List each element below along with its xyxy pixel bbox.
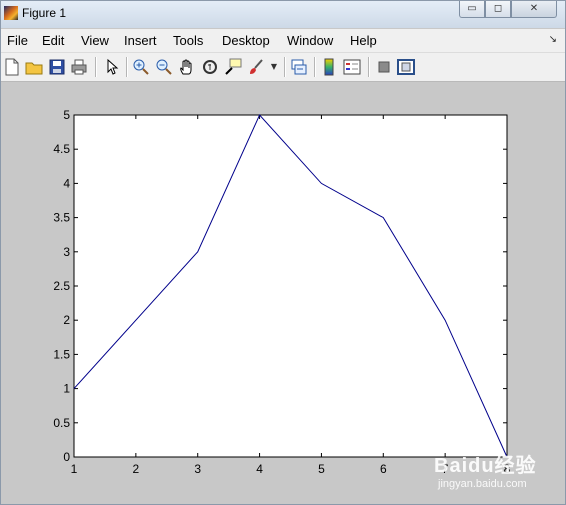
zoom-in-icon[interactable]	[132, 58, 150, 76]
plot-area	[73, 114, 508, 458]
show-plot-tools-icon[interactable]	[397, 58, 415, 76]
menu-edit[interactable]: Edit	[42, 33, 64, 48]
y-tick-label: 2	[63, 313, 70, 327]
watermark-url: jingyan.baidu.com	[438, 478, 527, 490]
rotate-3d-icon[interactable]	[201, 58, 219, 76]
menu-tools[interactable]: Tools	[173, 33, 203, 48]
zoom-out-icon[interactable]	[155, 58, 173, 76]
menu-view[interactable]: View	[81, 33, 109, 48]
minimize-icon: ▭	[467, 3, 477, 14]
pan-hand-icon[interactable]	[178, 58, 196, 76]
x-tick-label: 5	[318, 462, 325, 476]
save-icon[interactable]	[48, 58, 66, 76]
x-tick-label: 6	[380, 462, 387, 476]
hide-plot-tools-icon[interactable]	[375, 58, 393, 76]
y-tick-label: 2.5	[53, 279, 70, 293]
watermark: Baidu经验 jingyan.baidu.com	[434, 449, 554, 494]
print-icon[interactable]	[70, 58, 88, 76]
menu-help[interactable]: Help	[350, 33, 377, 48]
matlab-logo-icon	[4, 6, 18, 20]
y-tick-label: 3	[63, 245, 70, 259]
brush-icon[interactable]	[247, 58, 265, 76]
brush-dropdown-icon[interactable]: ▼	[269, 58, 279, 76]
maximize-icon: ◻	[493, 3, 503, 14]
y-tick-label: 1	[63, 382, 70, 396]
arrow-pointer-icon[interactable]	[103, 58, 121, 76]
colorbar-icon[interactable]	[320, 58, 338, 76]
data-cursor-icon[interactable]	[224, 58, 242, 76]
minimize-button[interactable]: ▭	[459, 1, 485, 18]
toolbar-separator	[95, 57, 97, 77]
figure-toolbar: ▼	[1, 53, 565, 82]
new-figure-icon[interactable]	[3, 58, 21, 76]
x-tick-label: 3	[194, 462, 201, 476]
y-tick-label: 4.5	[53, 142, 70, 156]
legend-icon[interactable]	[343, 58, 361, 76]
open-file-icon[interactable]	[25, 58, 43, 76]
y-tick-label: 4	[63, 176, 70, 190]
window-title: Figure 1	[22, 6, 67, 20]
menu-bar: File Edit View Insert Tools Desktop Wind…	[1, 29, 565, 53]
y-tick-label: 3.5	[53, 211, 70, 225]
y-tick-label: 1.5	[53, 347, 70, 361]
x-tick-label: 4	[256, 462, 263, 476]
y-tick-label: 5	[63, 108, 70, 122]
x-tick-label: 1	[71, 462, 78, 476]
y-tick-label: 0	[63, 450, 70, 464]
toolbar-separator	[126, 57, 128, 77]
close-button[interactable]: ✕	[511, 1, 557, 18]
maximize-button[interactable]: ◻	[485, 1, 511, 18]
menu-desktop[interactable]: Desktop	[222, 33, 270, 48]
close-icon: ✕	[529, 3, 539, 14]
x-tick-label: 2	[133, 462, 140, 476]
menu-insert[interactable]: Insert	[124, 33, 157, 48]
line-chart[interactable]: 00.511.522.533.544.55 12345678	[1, 82, 565, 492]
watermark-logo: Baidu经验	[434, 455, 537, 477]
menu-file[interactable]: File	[7, 33, 28, 48]
title-bar[interactable]: Figure 1 ▭ ◻ ✕	[1, 1, 565, 28]
dock-arrow-icon[interactable]: ↘	[549, 34, 557, 45]
link-plot-icon[interactable]	[290, 58, 308, 76]
menu-window[interactable]: Window	[287, 33, 333, 48]
y-tick-label: 0.5	[53, 416, 70, 430]
figure-window: Figure 1 ▭ ◻ ✕ File Edit View Insert Too…	[0, 0, 566, 505]
toolbar-separator	[284, 57, 286, 77]
toolbar-separator	[314, 57, 316, 77]
toolbar-separator	[368, 57, 370, 77]
figure-canvas[interactable]: 0 0.5 1 1.5 2 2.5 3 3.5 4 4.5 5 12345678	[1, 82, 565, 492]
